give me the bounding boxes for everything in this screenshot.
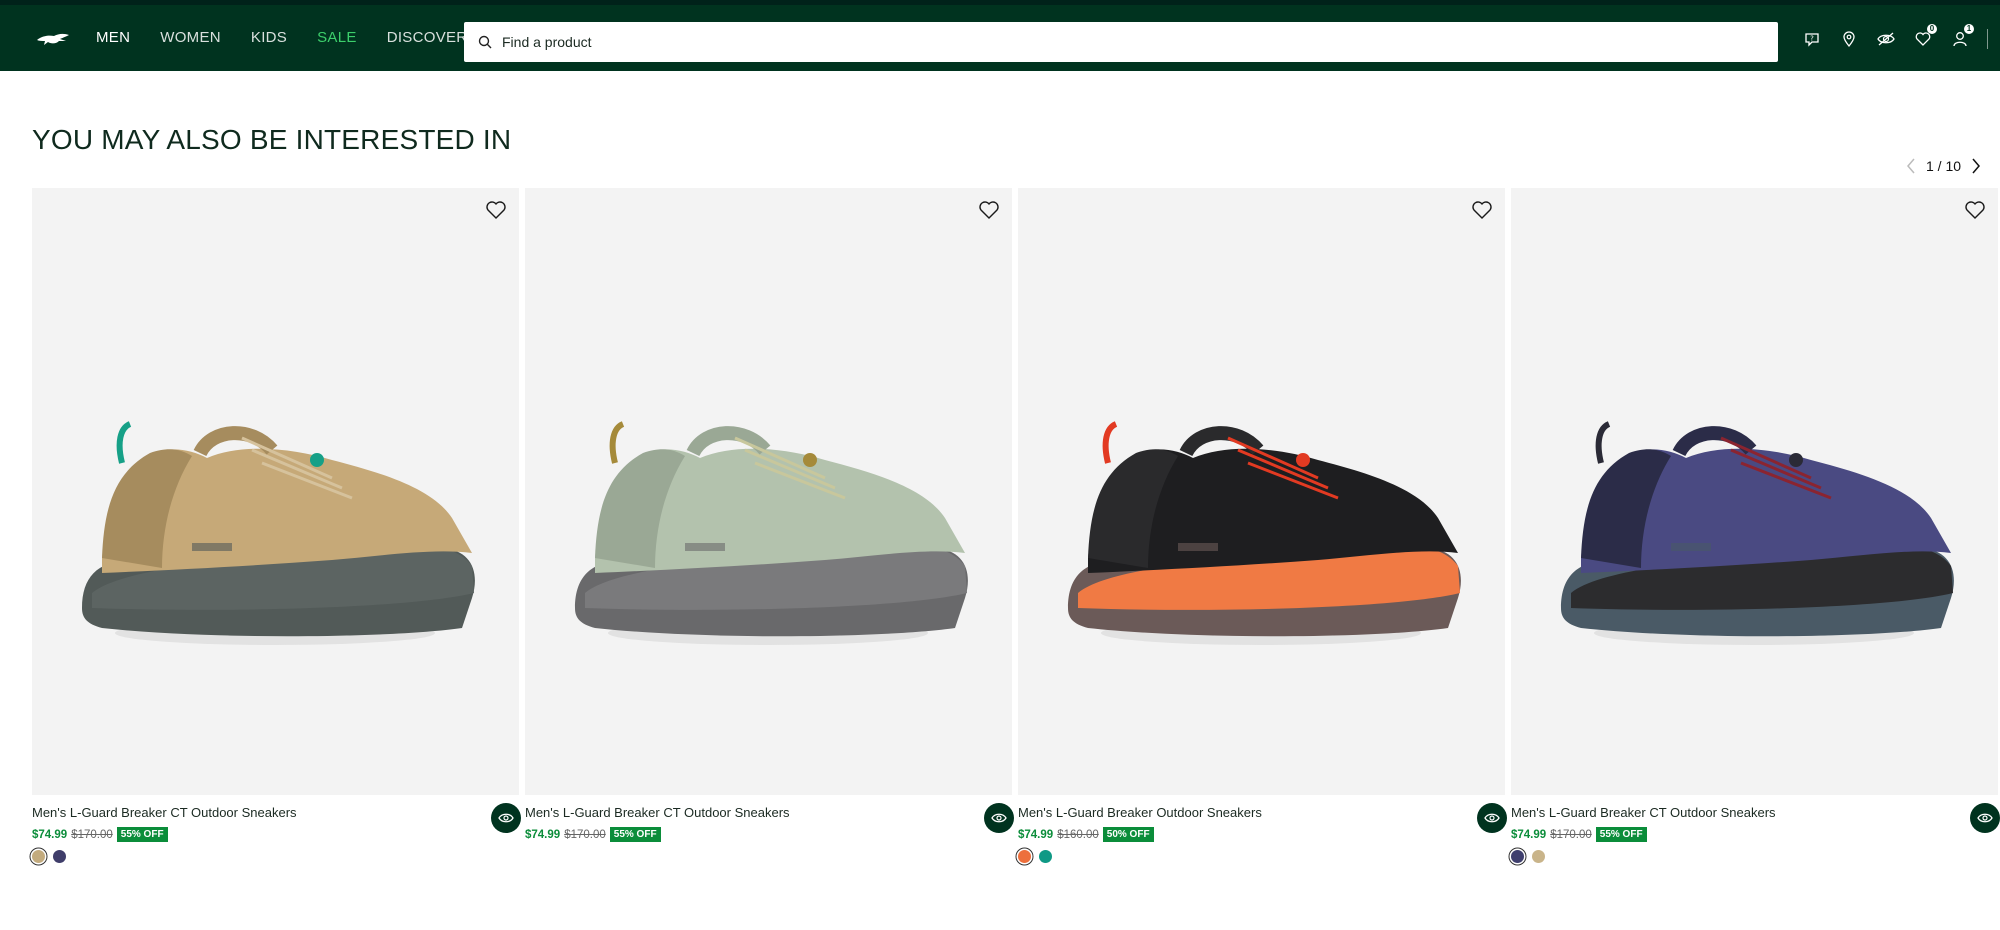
- account-badge: 1: [1964, 24, 1974, 34]
- original-price: $170.00: [1550, 828, 1592, 841]
- product-card[interactable]: Men's L-Guard Breaker CT Outdoor Sneaker…: [32, 188, 521, 863]
- sneaker-image: [1068, 421, 1461, 645]
- search-placeholder: Find a product: [502, 34, 592, 50]
- eye-icon: [498, 813, 514, 823]
- color-swatch[interactable]: [1511, 850, 1524, 863]
- chevron-left-icon[interactable]: [1906, 158, 1916, 174]
- discount-badge: 55% OFF: [609, 827, 661, 842]
- color-swatches: [1511, 850, 1998, 863]
- product-image[interactable]: [1511, 188, 1998, 795]
- discount-badge: 50% OFF: [1102, 827, 1154, 842]
- product-name[interactable]: Men's L-Guard Breaker CT Outdoor Sneaker…: [525, 805, 1012, 820]
- sale-price: $74.99: [1018, 828, 1054, 841]
- price-row: $74.99 $170.00 55% OFF: [32, 827, 519, 842]
- price-row: $74.99 $170.00 55% OFF: [1511, 827, 1998, 842]
- wishlist-count-badge: 0: [1927, 24, 1937, 34]
- product-info: Men's L-Guard Breaker CT Outdoor Sneaker…: [32, 795, 521, 863]
- top-navigation-bar: MEN WOMEN KIDS SALE DISCOVER Find a prod…: [0, 0, 2000, 71]
- original-price: $160.00: [1057, 828, 1099, 841]
- quick-view-button[interactable]: [491, 803, 521, 833]
- color-swatches: [1018, 850, 1505, 863]
- original-price: $170.00: [71, 828, 113, 841]
- quick-view-button[interactable]: [1477, 803, 1507, 833]
- eye-icon: [1484, 813, 1500, 823]
- color-swatch[interactable]: [32, 850, 45, 863]
- carousel-pager: 1 / 10: [1906, 158, 1981, 174]
- color-swatch[interactable]: [53, 850, 66, 863]
- crocodile-logo-icon[interactable]: [36, 29, 70, 47]
- store-locator-icon[interactable]: [1839, 29, 1859, 49]
- eye-icon: [1977, 813, 1993, 823]
- svg-text:?: ?: [1810, 35, 1814, 43]
- quick-view-button[interactable]: [984, 803, 1014, 833]
- nav-men[interactable]: MEN: [96, 29, 130, 46]
- wishlist-icon[interactable]: 0: [1913, 24, 1937, 49]
- product-card[interactable]: Men's L-Guard Breaker CT Outdoor Sneaker…: [1511, 188, 2000, 863]
- color-swatch[interactable]: [1039, 850, 1052, 863]
- product-image[interactable]: [32, 188, 519, 795]
- color-swatch[interactable]: [1532, 850, 1545, 863]
- product-info: Men's L-Guard Breaker CT Outdoor Sneaker…: [525, 795, 1014, 850]
- product-info: Men's L-Guard Breaker CT Outdoor Sneaker…: [1511, 795, 2000, 863]
- wishlist-heart-icon[interactable]: [485, 200, 507, 220]
- header-icons: ? 0 1 0: [1802, 24, 2000, 49]
- discount-badge: 55% OFF: [116, 827, 168, 842]
- original-price: $170.00: [564, 828, 606, 841]
- product-card[interactable]: Men's L-Guard Breaker Outdoor Sneakers $…: [1018, 188, 1507, 863]
- nav-kids[interactable]: KIDS: [251, 29, 287, 46]
- sale-price: $74.99: [1511, 828, 1547, 841]
- sale-price: $74.99: [32, 828, 68, 841]
- product-name[interactable]: Men's L-Guard Breaker Outdoor Sneakers: [1018, 805, 1505, 820]
- wishlist-heart-icon[interactable]: [1964, 200, 1986, 220]
- help-icon[interactable]: ?: [1802, 29, 1822, 49]
- sneaker-image: [82, 421, 475, 645]
- quick-view-button[interactable]: [1970, 803, 2000, 833]
- discount-badge: 55% OFF: [1595, 827, 1647, 842]
- product-carousel: Men's L-Guard Breaker CT Outdoor Sneaker…: [32, 188, 2000, 863]
- hide-icon[interactable]: [1876, 29, 1896, 49]
- section-title: YOU MAY ALSO BE INTERESTED IN: [32, 124, 512, 155]
- pager-count: 1 / 10: [1926, 158, 1962, 174]
- color-swatches: [32, 850, 519, 863]
- chevron-right-icon[interactable]: [1971, 158, 1981, 174]
- price-row: $74.99 $160.00 50% OFF: [1018, 827, 1505, 842]
- nav-sale[interactable]: SALE: [317, 29, 357, 46]
- nav-women[interactable]: WOMEN: [160, 29, 221, 46]
- search-icon: [478, 35, 492, 49]
- product-name[interactable]: Men's L-Guard Breaker CT Outdoor Sneaker…: [32, 805, 519, 820]
- wishlist-heart-icon[interactable]: [978, 200, 1000, 220]
- product-image[interactable]: [525, 188, 1012, 795]
- product-card[interactable]: Men's L-Guard Breaker CT Outdoor Sneaker…: [525, 188, 1014, 863]
- product-info: Men's L-Guard Breaker Outdoor Sneakers $…: [1018, 795, 1507, 863]
- main-nav: MEN WOMEN KIDS SALE DISCOVER: [96, 29, 467, 46]
- account-icon[interactable]: 1: [1950, 24, 1974, 49]
- wishlist-heart-icon[interactable]: [1471, 200, 1493, 220]
- header-divider: [1987, 29, 1988, 49]
- eye-icon: [991, 813, 1007, 823]
- price-row: $74.99 $170.00 55% OFF: [525, 827, 1012, 842]
- sneaker-image: [1561, 421, 1954, 645]
- sale-price: $74.99: [525, 828, 561, 841]
- nav-discover[interactable]: DISCOVER: [387, 29, 468, 46]
- sneaker-image: [575, 421, 968, 645]
- search-bar[interactable]: Find a product: [464, 22, 1778, 62]
- color-swatch[interactable]: [1018, 850, 1031, 863]
- product-image[interactable]: [1018, 188, 1505, 795]
- product-name[interactable]: Men's L-Guard Breaker CT Outdoor Sneaker…: [1511, 805, 1998, 820]
